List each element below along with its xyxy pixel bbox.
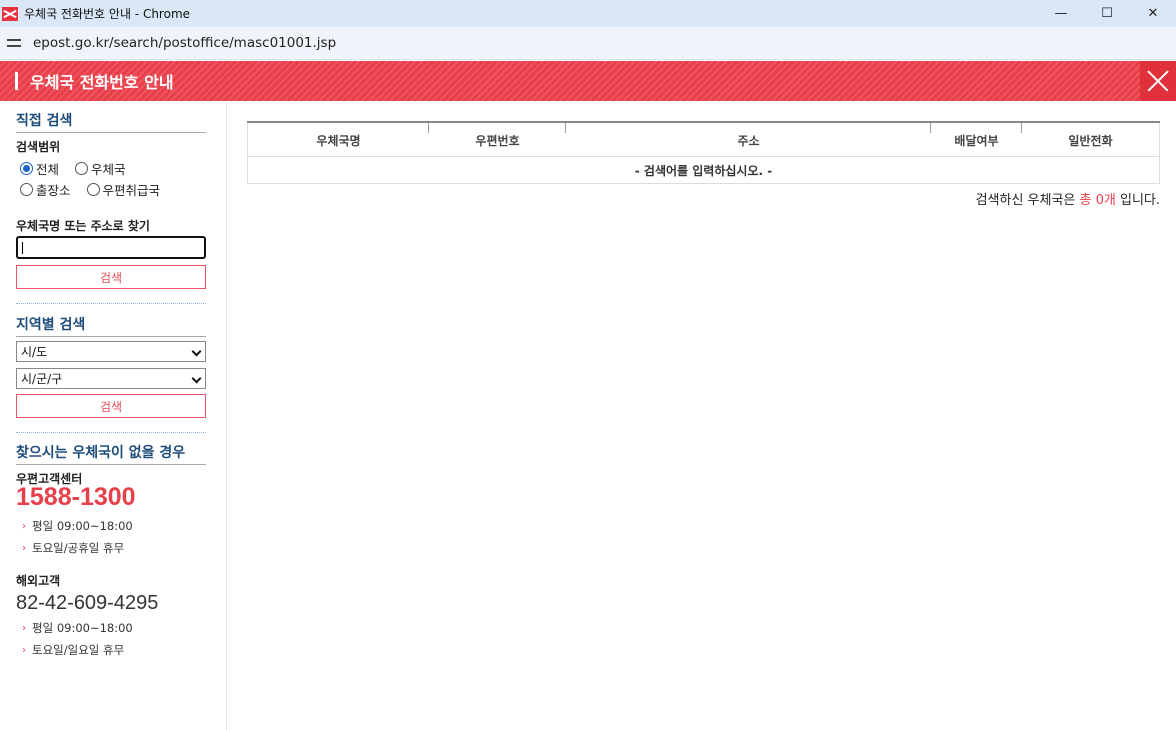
minimize-button[interactable]: — xyxy=(1038,0,1084,27)
radio-icon[interactable] xyxy=(75,162,89,175)
center-hours-weekday: › 평일 09:00~18:00 xyxy=(22,519,133,533)
direct-search-button[interactable]: 검색 xyxy=(16,265,206,289)
scope-radio-branch[interactable]: 출장소 xyxy=(20,180,71,199)
scope-label: 검색범위 xyxy=(16,140,61,154)
overseas-hours-weekday: › 평일 09:00~18:00 xyxy=(22,621,133,635)
city-select[interactable]: 시/도 xyxy=(16,341,206,362)
arrow-right-icon: › xyxy=(22,542,26,554)
maximize-button[interactable]: ☐ xyxy=(1084,0,1130,27)
col-address: 주소 xyxy=(566,123,931,157)
empty-message-row: - 검색어를 입력하십시오. - xyxy=(247,157,1160,184)
chevron-down-icon xyxy=(191,373,202,384)
not-found-title: 찾으시는 우체국이 없을 경우 xyxy=(16,442,206,465)
arrow-right-icon: › xyxy=(22,644,26,656)
url-text[interactable]: epost.go.kr/search/postoffice/masc01001.… xyxy=(33,35,336,51)
epost-logo-icon xyxy=(2,6,18,21)
search-input[interactable] xyxy=(16,236,206,259)
overseas-hours-weekend: › 토요일/일요일 휴무 xyxy=(22,643,125,657)
result-count: 총 0개 xyxy=(1079,193,1116,208)
col-zip: 우편번호 xyxy=(429,123,566,157)
divider xyxy=(16,303,206,304)
center-phone: 1588-1300 xyxy=(16,483,136,511)
col-delivery: 배달여부 xyxy=(931,123,1022,157)
center-hours-weekend: › 토요일/공휴일 휴무 xyxy=(22,541,125,555)
site-settings-icon[interactable] xyxy=(7,37,21,49)
arrow-right-icon: › xyxy=(22,622,26,634)
arrow-right-icon: › xyxy=(22,520,26,532)
region-search-button[interactable]: 검색 xyxy=(16,394,206,418)
table-header: 우체국명 우편번호 주소 배달여부 일반전화 xyxy=(247,123,1160,157)
divider xyxy=(16,432,206,433)
scope-row-1: 전체 우체국 xyxy=(20,159,138,178)
col-phone: 일반전화 xyxy=(1068,133,1113,148)
direct-search-title: 직접 검색 xyxy=(16,110,206,133)
overseas-phone: 82-42-609-4295 xyxy=(16,592,159,614)
popup-close-button[interactable] xyxy=(1140,61,1176,101)
scope-radio-postoffice[interactable]: 우체국 xyxy=(75,159,126,178)
overseas-label: 해외고객 xyxy=(16,574,61,588)
radio-icon[interactable] xyxy=(86,183,100,196)
scope-row-2: 출장소 우편취급국 xyxy=(20,180,172,199)
scope-radio-agency[interactable]: 우편취급국 xyxy=(86,180,160,199)
address-bar: epost.go.kr/search/postoffice/masc01001.… xyxy=(0,27,1176,60)
chevron-down-icon xyxy=(191,346,202,357)
region-search-title: 지역별 검색 xyxy=(16,314,206,337)
district-select[interactable]: 시/군/구 xyxy=(16,368,206,389)
find-label: 우체국명 또는 주소로 찾기 xyxy=(16,219,150,233)
window-titlebar: 우체국 전화번호 안내 - Chrome — ☐ ✕ xyxy=(0,0,1176,27)
radio-icon[interactable] xyxy=(20,183,33,196)
page-title: 우체국 전화번호 안내 xyxy=(30,73,174,92)
result-summary: 검색하신 우체국은 총 0개 입니다. xyxy=(975,193,1160,208)
window-close-button[interactable]: ✕ xyxy=(1130,0,1176,27)
page-header: 우체국 전화번호 안내 xyxy=(0,61,1176,101)
text-caret xyxy=(22,242,23,254)
scope-radio-all[interactable]: 전체 xyxy=(20,159,59,178)
header-bar-decoration xyxy=(15,72,18,90)
col-office-name: 우체국명 xyxy=(248,123,429,157)
window-title: 우체국 전화번호 안내 - Chrome xyxy=(24,7,191,21)
results-table: 우체국명 우편번호 주소 배달여부 일반전화 - 검색어를 입력하십시오. - xyxy=(247,121,1160,184)
radio-checked-icon[interactable] xyxy=(20,162,33,175)
sidebar: 직접 검색 검색범위 전체 우체국 출장소 우편취급국 우체국명 또는 주소로 … xyxy=(0,101,227,730)
window-controls: — ☐ ✕ xyxy=(1038,0,1176,27)
